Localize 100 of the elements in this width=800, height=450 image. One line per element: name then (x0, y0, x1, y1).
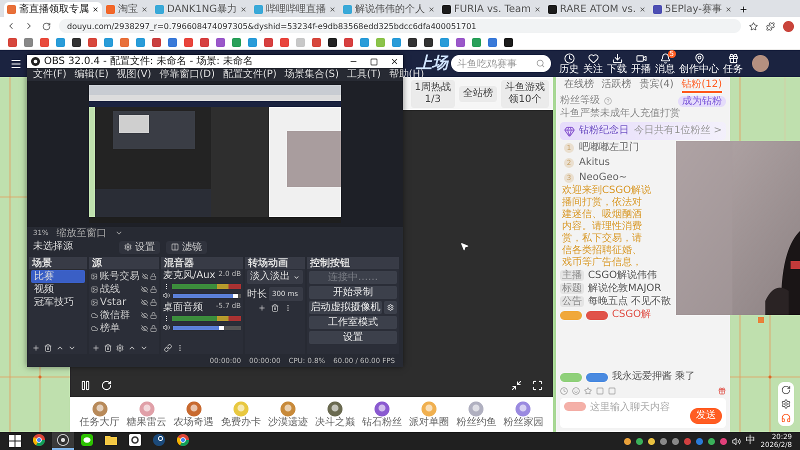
bookmark-star-icon[interactable] (749, 22, 758, 30)
menu-item[interactable]: 场景集合(S) (284, 68, 339, 80)
menu-item[interactable]: 视图(V) (116, 68, 152, 80)
source-item[interactable]: 战线 (100, 284, 139, 296)
menu-item[interactable]: 停靠窗口(D) (159, 68, 215, 80)
visibility-icon[interactable] (142, 273, 148, 280)
delete-icon[interactable] (44, 344, 52, 352)
browser-tab[interactable]: 5EPlay-赛事 (650, 2, 735, 17)
menu-item[interactable]: 工具(T) (346, 68, 381, 80)
menu-item[interactable]: 编辑(E) (74, 68, 109, 80)
volume-icon[interactable] (732, 436, 741, 446)
control-button[interactable]: 设置 (309, 331, 397, 344)
menu-icon[interactable] (10, 58, 22, 70)
gift-item[interactable]: 粉丝家园 (502, 401, 545, 428)
lock-icon[interactable] (150, 286, 157, 293)
visibility-icon[interactable] (141, 286, 148, 293)
gift-item[interactable]: 农场奇遇 (172, 401, 216, 428)
source-item[interactable]: 榜单 (100, 322, 139, 334)
gift-icon[interactable] (718, 387, 726, 395)
link-icon[interactable] (164, 344, 172, 352)
reload-icon[interactable] (42, 22, 51, 30)
nav-item[interactable]: 关注 (583, 52, 603, 74)
browser-tab[interactable]: DANK1NG暴力 (152, 2, 250, 17)
anniversary-banner[interactable]: 钻粉纪念日 今日共有1位粉丝 > (560, 122, 726, 140)
search-icon[interactable] (536, 59, 545, 68)
zoom-mode-dropdown[interactable]: 缩放至窗口 (56, 228, 107, 238)
refresh-icon[interactable] (101, 380, 112, 391)
address-field[interactable]: douyu.com/2938297_r=0.796608474097305&dyshid=53234f-e9db83568edd325bdcc6dfa400051701 (59, 19, 741, 33)
settings-button[interactable] (384, 301, 397, 314)
input-method[interactable]: 中 (746, 435, 756, 447)
nav-item[interactable]: 下载 (607, 52, 627, 74)
maximize-icon[interactable] (370, 58, 378, 66)
star-icon[interactable] (584, 387, 592, 395)
taskbar-app[interactable] (52, 432, 74, 450)
visibility-icon[interactable] (141, 299, 148, 306)
gift-item[interactable]: 任务大厅 (78, 401, 122, 428)
control-button[interactable]: 工作室模式 (309, 316, 397, 329)
browser-tab[interactable]: FURIA vs. Team (439, 2, 544, 17)
rank-button[interactable]: 全站榜 (459, 86, 497, 102)
control-button[interactable]: 启动虚拟摄像机 (309, 301, 382, 314)
visibility-icon[interactable] (141, 325, 148, 332)
gift-item[interactable]: 免费办卡 (219, 401, 262, 428)
close-icon[interactable] (390, 57, 399, 66)
nav-item[interactable]: 创作中心 (679, 52, 719, 74)
menu-item[interactable]: 帮助(H) (388, 68, 424, 80)
rank-button[interactable]: 1周热战 1/3 (410, 80, 455, 108)
gift-item[interactable]: 决斗之巅 (313, 401, 357, 428)
new-tab-icon[interactable] (738, 5, 748, 14)
gift-item[interactable]: 沙漠遗迹 (266, 401, 310, 428)
scene-item[interactable]: 比赛 (31, 270, 85, 283)
lock-icon[interactable] (150, 325, 157, 332)
add-icon[interactable] (32, 344, 40, 352)
delete-icon[interactable] (104, 344, 112, 352)
menu-item[interactable]: 文件(F) (33, 68, 67, 80)
source-action-button[interactable]: 滤镜 (166, 240, 207, 254)
gift-item[interactable]: 派对单圈 (408, 401, 451, 428)
more-icon[interactable] (163, 315, 170, 322)
nav-item[interactable]: 历史 (559, 52, 579, 74)
more-icon[interactable] (163, 283, 170, 290)
close-icon[interactable] (92, 6, 99, 13)
scene-item[interactable]: 视频 (31, 283, 85, 296)
emoji-icon[interactable] (572, 387, 580, 395)
window-mode-icon[interactable] (511, 380, 522, 391)
gift-item[interactable]: 钻石粉丝 (360, 401, 404, 428)
add-icon[interactable] (92, 344, 100, 352)
volume-icon[interactable] (163, 292, 170, 299)
control-button[interactable]: 开始录制 (309, 286, 397, 299)
visibility-icon[interactable] (141, 312, 148, 319)
profile-avatar[interactable] (783, 20, 794, 32)
browser-tab[interactable]: 淘宝 (103, 2, 151, 17)
start-icon[interactable] (9, 435, 21, 447)
chat-tab[interactable]: 贵宾(4) (640, 79, 674, 93)
join-button[interactable]: 成为钻粉 (678, 96, 726, 106)
clock-icon[interactable] (560, 387, 568, 395)
scene-item[interactable]: 冠军技巧 (31, 296, 85, 309)
volume-icon[interactable] (163, 324, 170, 331)
rank-button[interactable]: 斗鱼游戏 领10个 (501, 80, 549, 108)
fullscreen-icon[interactable] (532, 380, 543, 391)
browser-tab[interactable]: 解说伟伟的个人 (340, 2, 438, 17)
lock-icon[interactable] (150, 273, 158, 280)
user-avatar[interactable] (752, 55, 769, 72)
browser-tab[interactable]: 哔哩哔哩直播 (251, 2, 339, 17)
extensions-icon[interactable] (766, 22, 775, 30)
chat-tab[interactable]: 在线榜 (564, 79, 594, 93)
source-action-button[interactable]: 设置 (119, 240, 160, 254)
gift-item[interactable]: 粉丝约鱼 (454, 401, 498, 428)
transition-dropdown[interactable]: 淡入淡出 (247, 270, 303, 284)
nav-item[interactable]: 开播 (631, 52, 651, 74)
lock-icon[interactable] (150, 312, 157, 319)
pause-icon[interactable] (80, 380, 91, 391)
nav-item[interactable]: 任务 (723, 52, 743, 74)
source-item[interactable]: 账号交易 (100, 270, 140, 282)
browser-tab[interactable]: RARE ATOM vs. (544, 2, 649, 17)
lock-icon[interactable] (150, 299, 157, 306)
volume-slider[interactable] (173, 326, 224, 330)
source-item[interactable]: 微信群 (100, 310, 139, 322)
add-icon[interactable] (258, 304, 266, 312)
menu-item[interactable]: 配置文件(P) (222, 68, 277, 80)
gift-item[interactable]: 糖果雷云 (125, 401, 168, 428)
caret-icon[interactable] (114, 229, 123, 237)
